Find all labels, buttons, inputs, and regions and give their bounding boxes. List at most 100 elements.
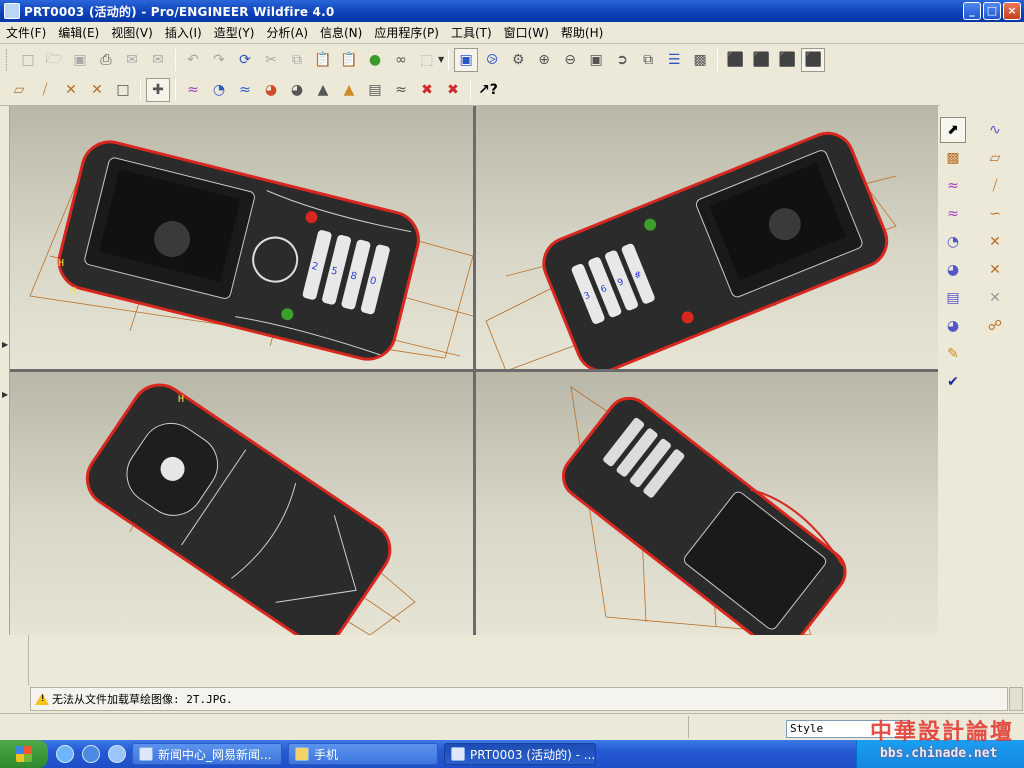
viewport-top-left[interactable]: 2580 H H [10, 106, 473, 369]
watermark-url: bbs.chinade.net [880, 746, 998, 761]
message-scrollbar[interactable] [1009, 687, 1023, 711]
ie-icon[interactable] [56, 745, 74, 763]
orient-mode-icon[interactable]: ⚙ [506, 48, 530, 72]
select-box-icon[interactable]: ⬚ [415, 48, 439, 72]
copy-icon[interactable]: ⧉ [285, 48, 309, 72]
menu-tools[interactable]: 工具(T) [445, 24, 498, 41]
viewport-bottom-right[interactable] [476, 372, 938, 635]
expand-arrow-icon[interactable]: ▶ [2, 340, 8, 349]
regenerate-icon[interactable]: ⟳ [233, 48, 257, 72]
datum-axis-icon[interactable]: ⧸ [982, 173, 1008, 199]
print-icon[interactable]: ⎙ [94, 48, 118, 72]
taskbar-item-news[interactable]: 新闻中心_网易新闻... [132, 743, 282, 765]
curve-edit-icon[interactable]: ≈ [940, 201, 966, 227]
datum-points-icon[interactable]: ✕ [59, 78, 83, 102]
cut-icon[interactable]: ✂ [259, 48, 283, 72]
menu-file[interactable]: 文件(F) [0, 24, 52, 41]
curve-style-icon[interactable]: ∿ [982, 117, 1008, 143]
dihedral-icon[interactable]: ▤ [363, 78, 387, 102]
curve-icon[interactable]: ∽ [982, 201, 1008, 227]
section-icon[interactable]: ◔ [207, 78, 231, 102]
viewport-bottom-left[interactable]: H [10, 372, 473, 635]
delete-analysis-icon[interactable]: ✖ [415, 78, 439, 102]
context-help-icon[interactable]: ↗? [476, 78, 500, 102]
curve-analysis-icon[interactable]: ≈ [389, 78, 413, 102]
quicklaunch-icon[interactable] [108, 745, 126, 763]
coord-sys-icon[interactable]: ✕ [85, 78, 109, 102]
expand-arrow-icon[interactable]: ▶ [2, 390, 8, 399]
done-check-icon[interactable]: ✎ [940, 341, 966, 367]
surface-icon[interactable]: ◕ [940, 257, 966, 283]
saved-views-icon[interactable]: ⧉ [636, 48, 660, 72]
close-button[interactable]: × [1003, 2, 1021, 20]
curvature-icon[interactable]: ≈ [181, 78, 205, 102]
wireframe-icon[interactable]: ⬛ [723, 48, 747, 72]
select-arrow-icon[interactable]: ⬈ [940, 117, 966, 143]
viewport-top-right[interactable]: 3 6 9 # [476, 106, 938, 369]
hidden-line-icon[interactable]: ⬛ [749, 48, 773, 72]
menu-view[interactable]: 视图(V) [105, 24, 159, 41]
open-icon[interactable]: 🗁 [42, 48, 66, 72]
refit-icon[interactable]: ▣ [584, 48, 608, 72]
surface-trim-icon[interactable]: ◕ [940, 313, 966, 339]
reorient-icon[interactable]: ➲ [610, 48, 634, 72]
chevron-down-icon[interactable]: ▼ [438, 55, 444, 64]
datum-plane-icon[interactable]: ▱ [982, 145, 1008, 171]
title-bar: PRT0003 (活动的) - Pro/ENGINEER Wildfire 4.… [0, 0, 1024, 22]
undo-icon[interactable]: ↶ [181, 48, 205, 72]
points-icon[interactable]: ✕ [982, 229, 1008, 255]
paste-icon[interactable]: 📋 [311, 48, 335, 72]
menu-insert[interactable]: 插入(I) [159, 24, 208, 41]
done-check-icon[interactable]: ✔ [940, 369, 966, 395]
redo-icon[interactable]: ↷ [207, 48, 231, 72]
menu-style[interactable]: 造型(Y) [208, 24, 261, 41]
reflection-icon[interactable]: ◕ [285, 78, 309, 102]
browser-icon[interactable] [82, 745, 100, 763]
slope-icon[interactable]: ▲ [337, 78, 361, 102]
grid-icon[interactable]: ✚ [146, 78, 170, 102]
minimize-button[interactable]: _ [963, 2, 981, 20]
shade-analysis-icon[interactable]: ◕ [259, 78, 283, 102]
view-manager-icon[interactable]: ▩ [688, 48, 712, 72]
start-button[interactable] [0, 740, 48, 768]
model-player-icon[interactable]: ● [363, 48, 387, 72]
chain-icon[interactable]: ☍ [982, 313, 1008, 339]
find-icon[interactable]: ∞ [389, 48, 413, 72]
sketch-plane-icon[interactable]: ▩ [940, 145, 966, 171]
toolbar-separator [175, 48, 176, 71]
style-curve-icon[interactable]: ≈ [940, 173, 966, 199]
repaint-icon[interactable]: ▣ [454, 47, 479, 72]
connect-icon[interactable]: ▤ [940, 285, 966, 311]
menu-applications[interactable]: 应用程序(P) [368, 24, 445, 41]
draft-icon[interactable]: ▲ [311, 78, 335, 102]
layers-icon[interactable]: ☰ [662, 48, 686, 72]
toolbar-grip[interactable] [6, 48, 9, 71]
annotation-icon[interactable]: □ [111, 78, 135, 102]
offset-icon[interactable]: ≈ [233, 78, 257, 102]
menu-edit[interactable]: 编辑(E) [52, 24, 105, 41]
offset-points-icon[interactable]: ✕ [982, 257, 1008, 283]
no-hidden-icon[interactable]: ⬛ [775, 48, 799, 72]
zoom-in-icon[interactable]: ⊕ [532, 48, 556, 72]
new-icon[interactable]: □ [16, 48, 40, 72]
saved-analysis-icon[interactable]: ✖ [441, 78, 465, 102]
maximize-button[interactable]: □ [983, 2, 1001, 20]
shading-icon[interactable]: ⬛ [801, 47, 826, 72]
graphics-area[interactable]: 2580 H H 3 6 9 # H [10, 106, 938, 635]
save-icon[interactable]: ▣ [68, 48, 92, 72]
email-link-icon[interactable]: ✉ [146, 48, 170, 72]
datum-planes-icon[interactable]: ▱ [7, 78, 31, 102]
surface-edit-icon[interactable]: ◔ [940, 229, 966, 255]
spin-center-icon[interactable]: ⧁ [480, 48, 504, 72]
taskbar-item-folder[interactable]: 手机 [288, 743, 438, 765]
paste-special-icon[interactable]: 📋 [337, 48, 361, 72]
menu-info[interactable]: 信息(N) [314, 24, 368, 41]
menu-window[interactable]: 窗口(W) [498, 24, 555, 41]
zoom-out-icon[interactable]: ⊖ [558, 48, 582, 72]
menu-help[interactable]: 帮助(H) [555, 24, 609, 41]
menu-analysis[interactable]: 分析(A) [260, 24, 314, 41]
taskbar-item-proe[interactable]: PRT0003 (活动的) - ... [444, 743, 596, 765]
email-icon[interactable]: ✉ [120, 48, 144, 72]
datum-axes-icon[interactable]: ⧸ [33, 78, 57, 102]
trim-icon[interactable]: ✕ [982, 285, 1008, 311]
